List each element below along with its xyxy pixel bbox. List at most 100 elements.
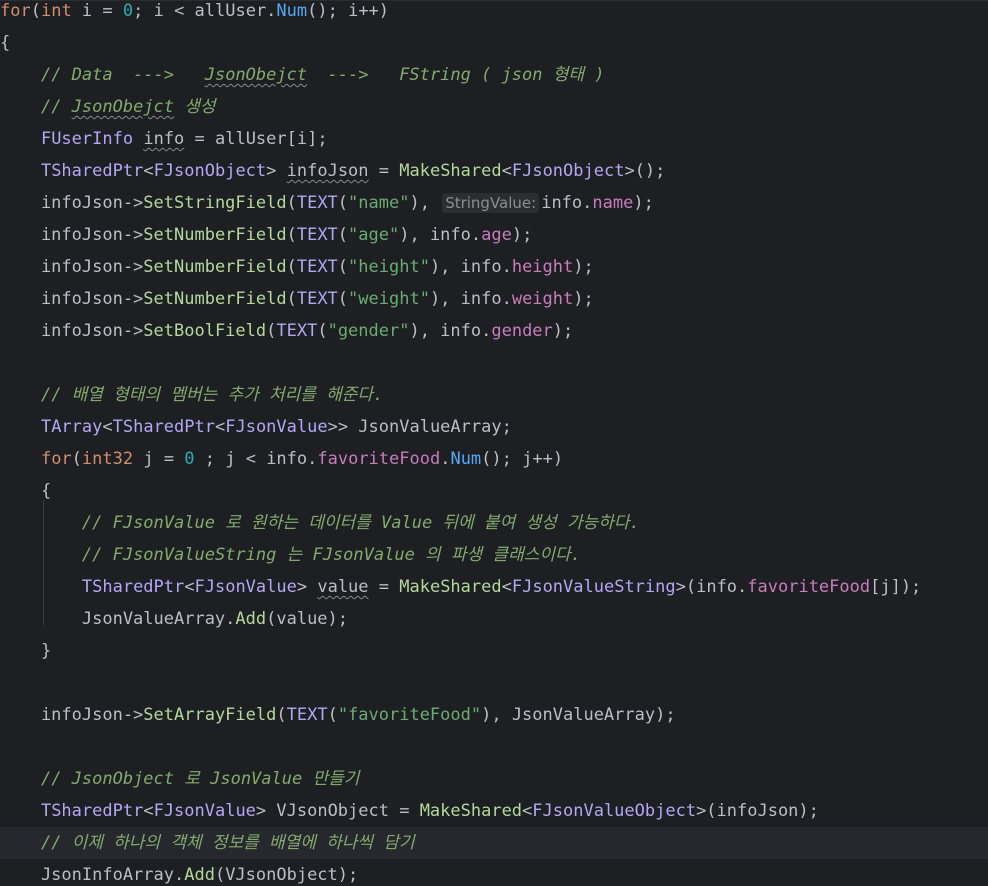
- code-line[interactable]: infoJson->SetArrayField(TEXT("favoriteFo…: [0, 699, 988, 731]
- code-line[interactable]: JsonValueArray.Add(value);: [0, 603, 988, 635]
- code-token: MakeShared: [419, 801, 523, 821]
- code-token: >: [296, 577, 318, 597]
- code-line[interactable]: // 이제 하나의 객체 정보를 배열에 하나씩 담기: [0, 827, 988, 859]
- code-token: FJsonValue: [153, 801, 256, 821]
- code-line[interactable]: {: [0, 475, 988, 507]
- code-token: >();: [624, 161, 666, 181]
- code-token: ), info.: [429, 289, 512, 309]
- code-line[interactable]: TArray<TSharedPtr<FJsonValue>> JsonValue…: [0, 411, 988, 443]
- code-token: =: [368, 577, 400, 597]
- code-line[interactable]: {: [0, 27, 988, 59]
- code-line[interactable]: infoJson->SetNumberField(TEXT("height"),…: [0, 251, 988, 283]
- code-line[interactable]: // FJsonValue 로 원하는 데이터를 Value 뒤에 붙여 생성 …: [0, 507, 988, 539]
- code-token: FJsonValue: [225, 417, 328, 437]
- code-line[interactable]: FUserInfo info = allUser[i];: [0, 123, 988, 155]
- code-line[interactable]: infoJson->SetNumberField(TEXT("age"), in…: [0, 219, 988, 251]
- code-token: (: [71, 449, 82, 469]
- code-token: );: [552, 321, 574, 341]
- code-line[interactable]: // JsonObject 로 JsonValue 만들기: [0, 763, 988, 795]
- code-token: (: [327, 705, 338, 725]
- inlay-hint: StringValue:: [442, 193, 540, 213]
- code-token: ; i < allUser.: [133, 1, 277, 21]
- code-token: >: [266, 161, 287, 181]
- code-token: j =: [133, 449, 185, 469]
- code-token: <: [522, 801, 533, 821]
- code-token: TEXT: [296, 289, 338, 309]
- code-token: info.: [541, 193, 593, 213]
- code-token: >(infoJson);: [696, 801, 819, 821]
- code-token: 0: [184, 449, 195, 469]
- code-line[interactable]: // JsonObejct 생성: [0, 91, 988, 123]
- code-token: <: [184, 577, 195, 597]
- code-token: (: [266, 321, 277, 341]
- code-token: TSharedPtr: [112, 417, 215, 437]
- code-token: (: [337, 289, 349, 309]
- code-token: infoJson: [286, 161, 369, 181]
- code-line[interactable]: [0, 731, 988, 763]
- code-token: <: [102, 417, 113, 437]
- code-token: //: [40, 97, 72, 117]
- code-token: ; j < info.: [194, 449, 318, 469]
- code-line[interactable]: infoJson->SetBoolField(TEXT("gender"), i…: [0, 315, 988, 347]
- code-token: ), info.: [399, 225, 482, 245]
- code-line[interactable]: TSharedPtr<FJsonValue> VJsonObject = Mak…: [0, 795, 988, 827]
- code-line[interactable]: JsonInfoArray.Add(VJsonObject);: [0, 859, 988, 886]
- code-token: TEXT: [296, 257, 338, 277]
- code-token: height: [511, 257, 574, 277]
- code-token: SetArrayField: [143, 705, 277, 725]
- code-token: infoJson->: [0, 705, 144, 725]
- code-token: infoJson->: [0, 321, 144, 341]
- code-token: (: [286, 193, 297, 213]
- code-token: info: [143, 129, 185, 149]
- code-token: "weight": [348, 289, 430, 309]
- code-token: ---> FString ( json 형태 ): [307, 65, 605, 85]
- code-token: MakeShared: [399, 577, 502, 597]
- code-token: gender: [491, 321, 553, 341]
- code-token: // FJsonValueString 는 FJsonValue 의 파생 클래…: [81, 545, 581, 565]
- code-token: infoJson->: [0, 257, 144, 277]
- code-token: ),: [409, 193, 441, 213]
- code-line[interactable]: infoJson->SetStringField(TEXT("name"), S…: [0, 187, 988, 219]
- code-editor[interactable]: for(int i = 0; i < allUser.Num(); i++){ …: [0, 0, 988, 886]
- code-line[interactable]: for(int32 j = 0 ; j < info.favoriteFood.…: [0, 443, 988, 475]
- code-token: weight: [511, 289, 574, 309]
- code-token: TEXT: [296, 225, 338, 245]
- code-token: value: [317, 577, 369, 597]
- code-token: (: [317, 321, 328, 341]
- code-line[interactable]: // FJsonValueString 는 FJsonValue 의 파생 클래…: [0, 539, 988, 571]
- code-token: TEXT: [286, 705, 328, 725]
- code-token: (: [286, 257, 297, 277]
- code-line[interactable]: // Data ---> JsonObejct ---> FString ( j…: [0, 59, 988, 91]
- code-line[interactable]: [0, 667, 988, 699]
- code-token: int32: [81, 449, 134, 469]
- code-token: for: [0, 1, 31, 21]
- code-token: (: [286, 225, 297, 245]
- code-token: "name": [348, 193, 410, 213]
- code-line[interactable]: // 배열 형태의 멤버는 추가 처리를 해준다.: [0, 379, 988, 411]
- code-token: "favoriteFood": [337, 705, 482, 725]
- code-token: (value);: [266, 609, 349, 629]
- code-line[interactable]: }: [0, 635, 988, 667]
- code-line[interactable]: infoJson->SetNumberField(TEXT("weight"),…: [0, 283, 988, 315]
- code-token: FJsonObject: [511, 161, 625, 181]
- code-line[interactable]: TSharedPtr<FJsonValue> value = MakeShare…: [0, 571, 988, 603]
- code-token: "age": [348, 225, 400, 245]
- code-token: name: [592, 193, 634, 213]
- code-token: TSharedPtr: [40, 801, 144, 821]
- code-line[interactable]: TSharedPtr<FJsonObject> infoJson = MakeS…: [0, 155, 988, 187]
- code-line[interactable]: for(int i = 0; i < allUser.Num(); i++): [0, 0, 988, 27]
- code-token: MakeShared: [399, 161, 502, 181]
- code-token: );: [573, 257, 594, 277]
- code-token: <: [143, 801, 154, 821]
- code-token: ), JsonValueArray);: [481, 705, 676, 725]
- code-line[interactable]: [0, 347, 988, 379]
- code-token: 0: [122, 1, 134, 21]
